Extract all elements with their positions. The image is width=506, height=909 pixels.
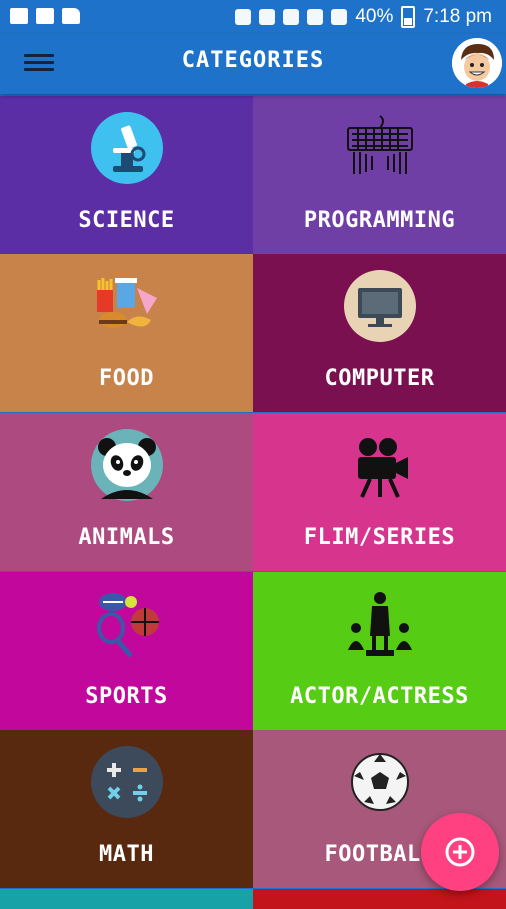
wifi-icon <box>283 9 300 25</box>
category-label: SCIENCE <box>78 208 175 233</box>
notification-icons <box>10 8 80 24</box>
category-label: ANIMALS <box>78 525 175 550</box>
category-animals[interactable]: ANIMALS <box>0 413 253 571</box>
folder-icon <box>62 8 80 24</box>
actor-award-icon <box>344 588 416 660</box>
notification-app-icon <box>36 8 54 24</box>
category-programming[interactable]: PROGRAMMING <box>253 96 506 254</box>
category-computer[interactable]: COMPUTER <box>253 254 506 412</box>
microscope-icon <box>91 112 163 184</box>
calculator-symbols-icon <box>91 746 163 818</box>
add-fab-button[interactable] <box>421 813 499 891</box>
avatar[interactable] <box>452 38 502 88</box>
app-bar: CATEGORIES <box>0 34 506 94</box>
panda-icon <box>91 429 163 501</box>
mute-icon <box>235 9 252 25</box>
alarm-icon <box>259 9 276 25</box>
sports-balls-icon <box>91 588 163 660</box>
category-food[interactable]: FOOD <box>0 254 253 412</box>
category-label: FLIM/SERIES <box>303 525 456 550</box>
monitor-icon <box>344 270 416 342</box>
clock: 7:18 pm <box>423 6 492 27</box>
category-label: SPORTS <box>85 684 168 709</box>
category-actor-actress[interactable]: ACTOR/ACTRESS <box>253 572 506 730</box>
fast-food-icon <box>91 270 163 342</box>
soccer-ball-icon <box>344 746 416 818</box>
category-label: ACTOR/ACTRESS <box>290 684 469 709</box>
movie-camera-icon <box>344 429 416 501</box>
category-sports[interactable]: SPORTS <box>0 572 253 730</box>
category-math[interactable]: MATH <box>0 730 253 888</box>
category-label: COMPUTER <box>324 366 435 391</box>
page-title: CATEGORIES <box>181 48 325 73</box>
category-label: MATH <box>99 842 154 867</box>
signal-icon <box>331 9 348 25</box>
battery-icon <box>401 6 416 28</box>
add-circle-icon <box>445 837 475 867</box>
sim-icon <box>307 9 324 25</box>
system-status: 40% 7:18 pm <box>235 6 492 28</box>
category-partial-left[interactable] <box>0 889 253 909</box>
category-label: PROGRAMMING <box>303 208 456 233</box>
image-icon <box>10 8 28 24</box>
battery-percent: 40% <box>355 6 394 27</box>
category-label: FOOD <box>99 366 154 391</box>
keyboard-typing-icon <box>344 112 416 184</box>
category-partial-right[interactable] <box>253 889 506 909</box>
status-bar: 40% 7:18 pm <box>0 0 506 34</box>
category-science[interactable]: SCIENCE <box>0 96 253 254</box>
category-film-series[interactable]: FLIM/SERIES <box>253 413 506 571</box>
